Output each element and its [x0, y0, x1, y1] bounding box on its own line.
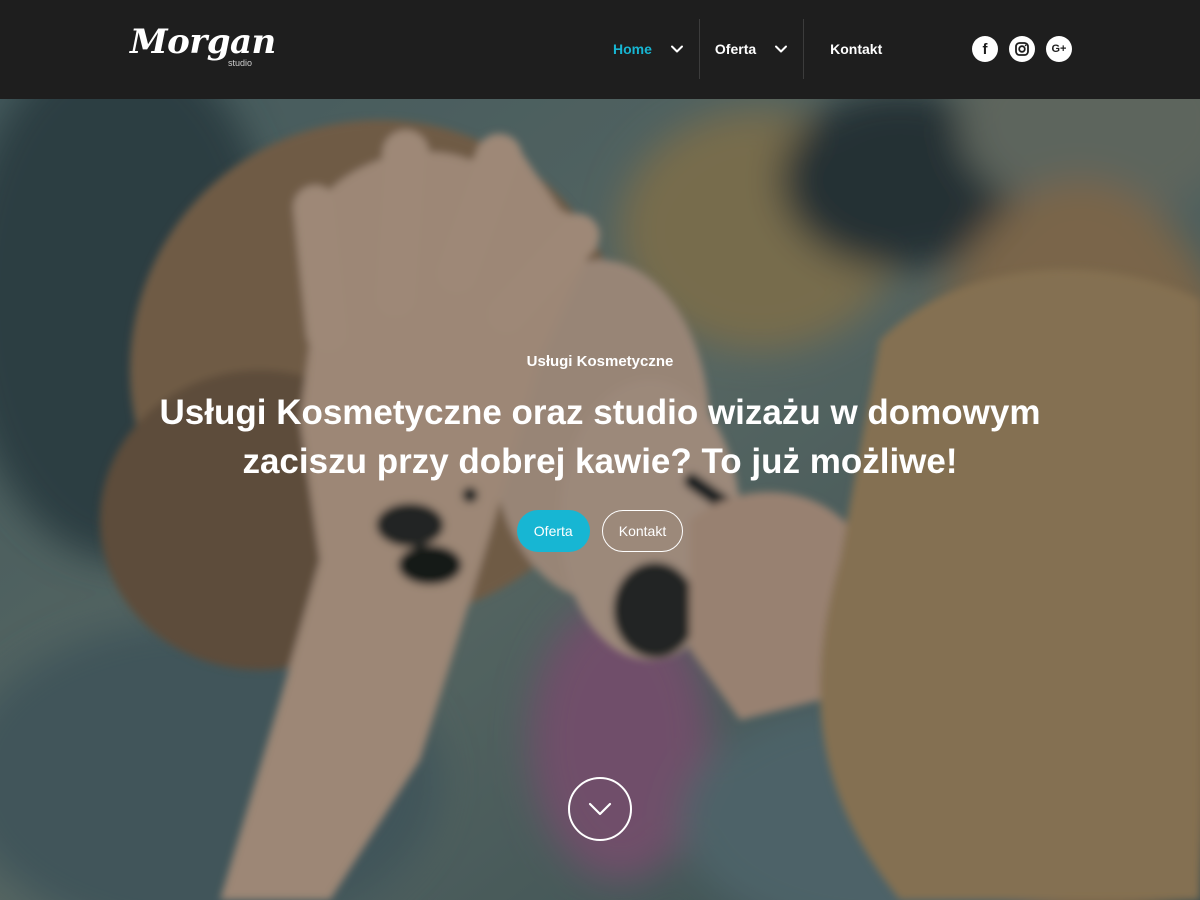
- nav-label-kontakt: Kontakt: [830, 41, 883, 57]
- chevron-down-icon[interactable]: [670, 42, 684, 56]
- scroll-down-button[interactable]: [568, 777, 632, 841]
- hero-eyebrow: Usługi Kosmetyczne: [526, 353, 674, 370]
- chevron-down-icon[interactable]: [774, 42, 788, 56]
- social-links: f G+: [972, 36, 1072, 62]
- instagram-icon[interactable]: [1009, 36, 1035, 62]
- nav-item-home[interactable]: Home: [598, 18, 699, 80]
- logo-text: Morgan: [130, 22, 276, 62]
- facebook-glyph: f: [982, 40, 988, 58]
- nav-label-oferta: Oferta: [714, 41, 757, 57]
- page: Morgan studio Home Oferta Kontakt f G+ U…: [0, 0, 1200, 900]
- main-nav: Home Oferta Kontakt: [598, 18, 897, 80]
- logo[interactable]: Morgan studio: [130, 22, 276, 74]
- nav-item-kontakt[interactable]: Kontakt: [804, 18, 897, 80]
- nav-item-oferta[interactable]: Oferta: [700, 18, 803, 80]
- logo-subtitle: studio: [228, 58, 253, 68]
- facebook-icon[interactable]: f: [972, 36, 998, 62]
- site-header: Morgan studio Home Oferta Kontakt f G+: [0, 0, 1200, 99]
- google-plus-icon[interactable]: G+: [1046, 36, 1072, 62]
- hero-content: Usługi Kosmetyczne Usługi Kosmetyczne or…: [0, 350, 1200, 552]
- nav-label-home: Home: [613, 41, 652, 57]
- kontakt-button[interactable]: Kontakt: [601, 510, 684, 552]
- hero-title: Usługi Kosmetyczne oraz studio wizażu w …: [159, 393, 1041, 481]
- oferta-button[interactable]: Oferta: [516, 510, 590, 552]
- hero-buttons: Oferta Kontakt: [0, 510, 1200, 552]
- google-plus-glyph: G+: [1051, 43, 1067, 55]
- chevron-down-icon: [587, 801, 613, 817]
